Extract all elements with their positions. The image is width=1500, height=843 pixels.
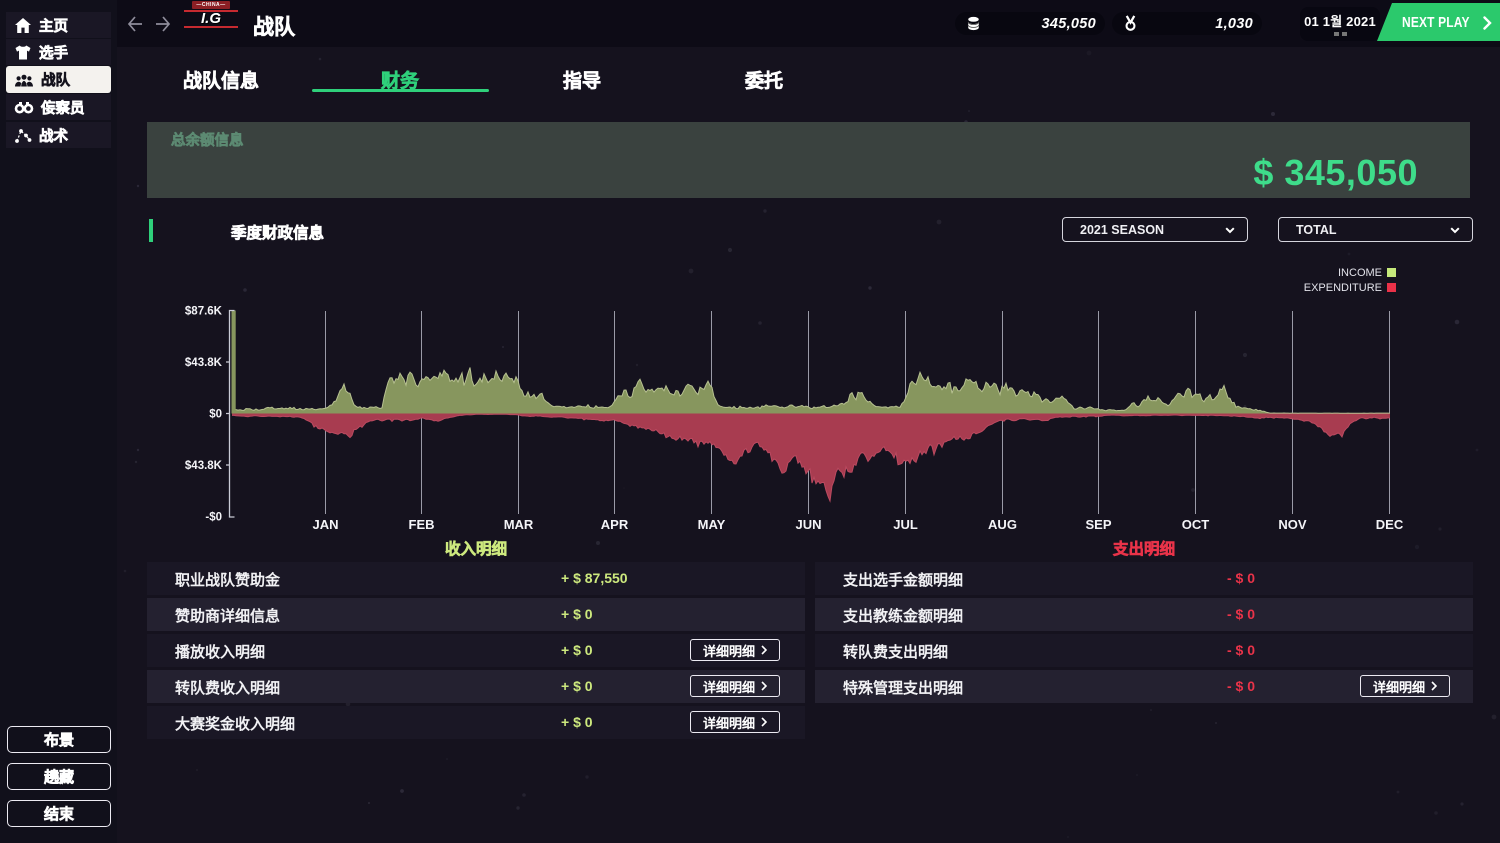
svg-text:JUL: JUL xyxy=(893,517,918,532)
svg-text:DEC: DEC xyxy=(1376,517,1404,532)
svg-text:$43.8K: $43.8K xyxy=(185,460,223,472)
svg-text:$43.8K: $43.8K xyxy=(185,357,223,369)
svg-text:NOV: NOV xyxy=(1278,517,1307,532)
svg-text:$87.6K: $87.6K xyxy=(185,306,223,318)
svg-text:OCT: OCT xyxy=(1182,517,1210,532)
svg-text:SEP: SEP xyxy=(1085,517,1111,532)
svg-text:AUG: AUG xyxy=(988,517,1017,532)
svg-text:JUN: JUN xyxy=(795,517,821,532)
svg-text:FEB: FEB xyxy=(409,517,435,532)
svg-text:$0: $0 xyxy=(209,409,222,421)
svg-text:APR: APR xyxy=(601,517,629,532)
svg-text:MAR: MAR xyxy=(504,517,534,532)
svg-text:-$0: -$0 xyxy=(205,512,222,524)
svg-text:MAY: MAY xyxy=(698,517,726,532)
svg-text:JAN: JAN xyxy=(312,517,338,532)
